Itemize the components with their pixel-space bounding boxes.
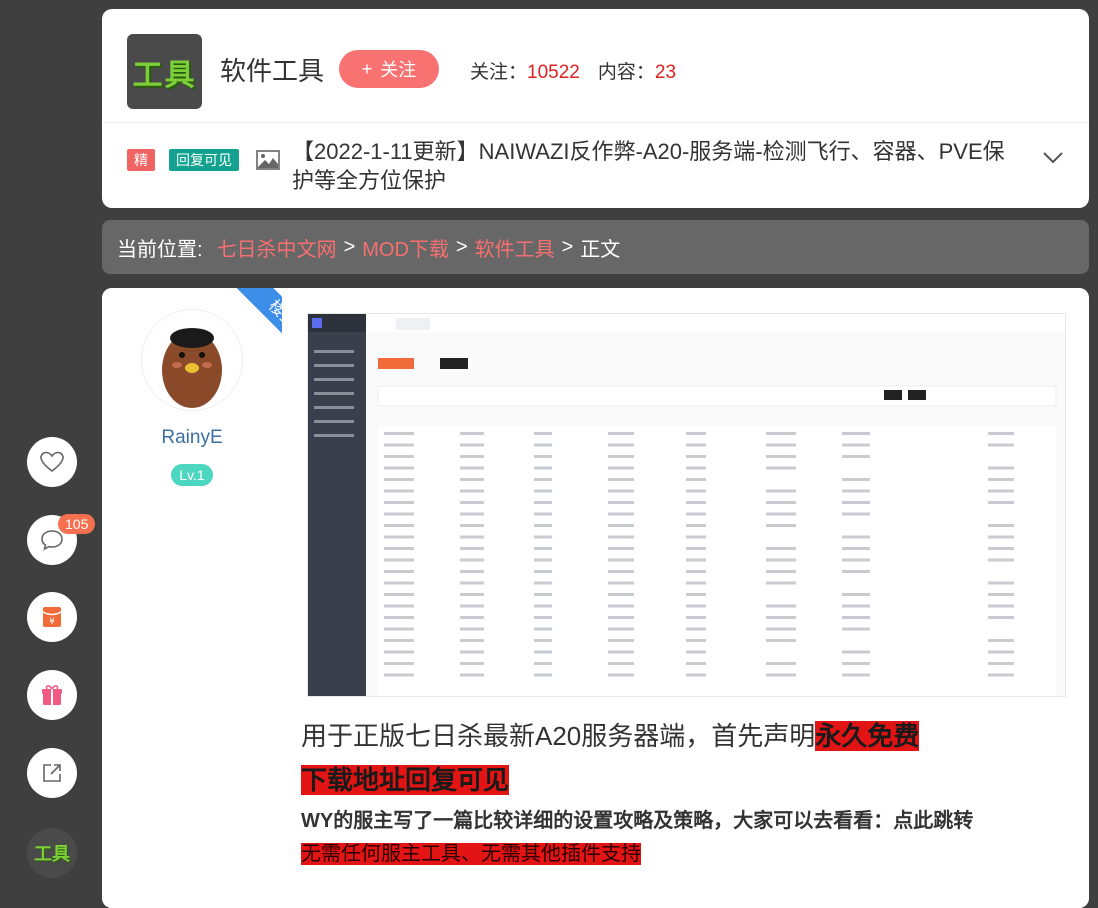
admin-panel-screenshot: [308, 314, 1065, 696]
divider: [102, 122, 1089, 123]
avatar-image: [162, 328, 222, 408]
plus-icon: +: [361, 58, 373, 79]
breadcrumb-label: 当前位置:: [117, 238, 203, 261]
no-tools-highlight: 无需任何服主工具、无需其他插件支持: [301, 843, 641, 865]
like-button[interactable]: [27, 437, 77, 487]
free-highlight: 永久免费: [815, 721, 920, 751]
content-count: 23: [654, 62, 677, 83]
breadcrumb-home[interactable]: 七日杀中文网: [217, 233, 337, 262]
forum-stats: 关注：10522 内容：23: [470, 57, 676, 84]
mini-logo-text: 工具: [34, 844, 70, 865]
intro-text: 用于正版七日杀最新A20服务器端，首先声明: [301, 721, 816, 751]
breadcrumb-separator: >: [343, 235, 356, 258]
breadcrumb-software-tools[interactable]: 软件工具: [475, 233, 555, 262]
svg-text:¥: ¥: [49, 617, 55, 627]
gift-icon: [42, 685, 62, 705]
followers-count: 10522: [527, 62, 580, 83]
level-badge: Lv.1: [171, 464, 213, 486]
followers-label: 关注：: [470, 62, 528, 83]
post-paragraph-no-tools: 无需任何服主工具、无需其他插件支持: [301, 837, 641, 866]
breadcrumb-separator: >: [455, 235, 468, 258]
breadcrumb-separator: >: [561, 235, 574, 258]
follow-button-label: 关注: [380, 60, 417, 80]
post-card: 楼主 RainyE Lv.1: [102, 288, 1089, 908]
download-highlight: 下载地址回复可见: [301, 765, 510, 795]
breadcrumb: 当前位置: 七日杀中文网 > MOD下载 > 软件工具 > 正文: [102, 220, 1089, 274]
content-label: 内容：: [597, 62, 655, 83]
forum-logo[interactable]: 工具: [127, 34, 202, 109]
share-icon: [43, 764, 61, 782]
post-content: 用于正版七日杀最新A20服务器端，首先声明永久免费 下载地址回复可见 WY的服主…: [282, 288, 1089, 908]
post-screenshot-image[interactable]: [307, 313, 1066, 697]
avatar[interactable]: [142, 310, 242, 410]
reward-button[interactable]: ¥: [27, 592, 77, 642]
forum-mini-logo[interactable]: 工具: [27, 828, 77, 878]
post-paragraph-download: 下载地址回复可见: [301, 760, 510, 797]
post-paragraph-intro: 用于正版七日杀最新A20服务器端，首先声明永久免费: [301, 716, 920, 753]
forum-name[interactable]: 软件工具: [220, 51, 324, 88]
author-panel: 楼主 RainyE Lv.1: [102, 288, 331, 908]
gift-button[interactable]: [27, 670, 77, 720]
author-name[interactable]: RainyE: [102, 427, 282, 449]
breadcrumb-current: 正文: [580, 238, 621, 261]
comment-icon: [41, 530, 63, 551]
follow-button[interactable]: + 关注: [339, 50, 439, 88]
featured-badge: 精: [127, 149, 155, 171]
reply-visible-badge: 回复可见: [169, 149, 239, 171]
breadcrumb-mod-download[interactable]: MOD下载: [362, 233, 449, 262]
post-paragraph-guide[interactable]: WY的服主写了一篇比较详细的设置攻略及策略，大家可以去看看：点此跳转: [301, 804, 973, 833]
image-icon: [256, 150, 280, 170]
chevron-down-icon[interactable]: [1040, 147, 1066, 167]
heart-icon: [40, 451, 64, 473]
red-packet-icon: ¥: [42, 607, 62, 627]
thread-title[interactable]: 【2022-1-11更新】NAIWAZI反作弊-A20-服务端-检测飞行、容器、…: [292, 137, 1012, 195]
share-button[interactable]: [27, 748, 77, 798]
comment-count-badge: 105: [58, 514, 96, 534]
forum-logo-text: 工具: [132, 57, 197, 93]
forum-header-card: 工具 软件工具 + 关注 关注：10522 内容：23 精 回复可见 【2022-…: [102, 9, 1089, 208]
